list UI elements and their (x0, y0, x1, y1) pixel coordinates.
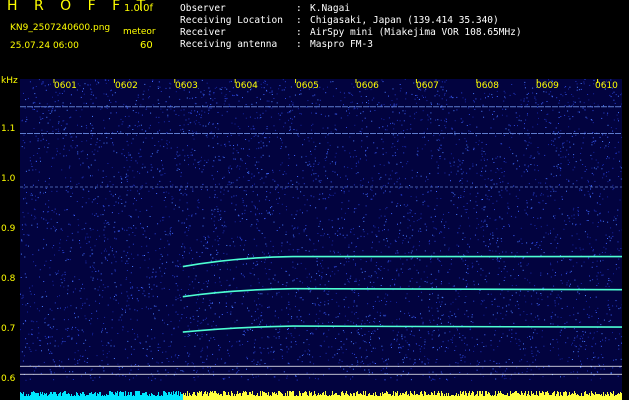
x-tick-label: 0606 (356, 81, 379, 91)
x-tick-label: 0605 (296, 81, 319, 91)
x-tick-label: 0604 (235, 81, 258, 91)
antenna-label: Receiving antenna (180, 39, 278, 50)
x-tick-label: 0602 (115, 81, 138, 91)
observer-value: K.Nagai (310, 3, 351, 14)
meteor-count-label: meteor (123, 27, 156, 37)
x-tick-label: 0608 (476, 81, 499, 91)
observer-separator: : (296, 3, 302, 14)
x-tick-label: 0607 (416, 81, 439, 91)
version-label: 1.0.0f (124, 3, 153, 14)
y-tick-label: 1.0 (1, 174, 16, 184)
spectrogram-plot[interactable]: 0601 0602 0603 0604 0605 0606 0607 0608 … (20, 79, 622, 400)
y-tick-label: 0.9 (1, 224, 16, 234)
y-tick-label: 0.8 (1, 274, 16, 284)
y-axis: kHz 1.1 1.0 0.9 0.8 0.7 0.6 (0, 76, 20, 400)
y-tick-label: 1.1 (1, 124, 16, 134)
x-tick-label: 0610 (595, 81, 618, 91)
right-margin (622, 76, 629, 400)
location-label: Receiving Location (180, 15, 283, 26)
filename-label: KN9_2507240600.png (10, 23, 111, 33)
header-panel: H R O F F T 1.0.0f KN9_2507240600.png 25… (0, 0, 629, 76)
receiver-label: Receiver (180, 27, 226, 38)
meteor-count-value: 60 (140, 40, 153, 51)
meteor-trace (182, 287, 622, 298)
y-tick-label: 0.7 (1, 324, 16, 334)
receiver-value: AirSpy mini (Miakejima VOR 108.65MHz) (310, 27, 522, 38)
meteor-trace (182, 325, 622, 333)
receiver-separator: : (296, 27, 302, 38)
x-tick-label: 0609 (536, 81, 559, 91)
noise-layer (20, 79, 622, 381)
signal-level-bar (20, 391, 622, 400)
antenna-separator: : (296, 39, 302, 50)
spectrogram-canvas (20, 79, 622, 400)
y-tick-label: 0.6 (1, 374, 16, 384)
antenna-value: Maspro FM-3 (310, 39, 373, 50)
y-axis-unit: kHz (1, 76, 18, 86)
meteor-trace (182, 255, 622, 268)
observer-label: Observer (180, 3, 226, 14)
location-separator: : (296, 15, 302, 26)
datetime-label: 25.07.24 06:00 (10, 41, 79, 51)
location-value: Chigasaki, Japan (139.414 35.340) (310, 15, 499, 26)
x-tick-label: 0603 (175, 81, 198, 91)
x-tick-label: 0601 (54, 81, 77, 91)
